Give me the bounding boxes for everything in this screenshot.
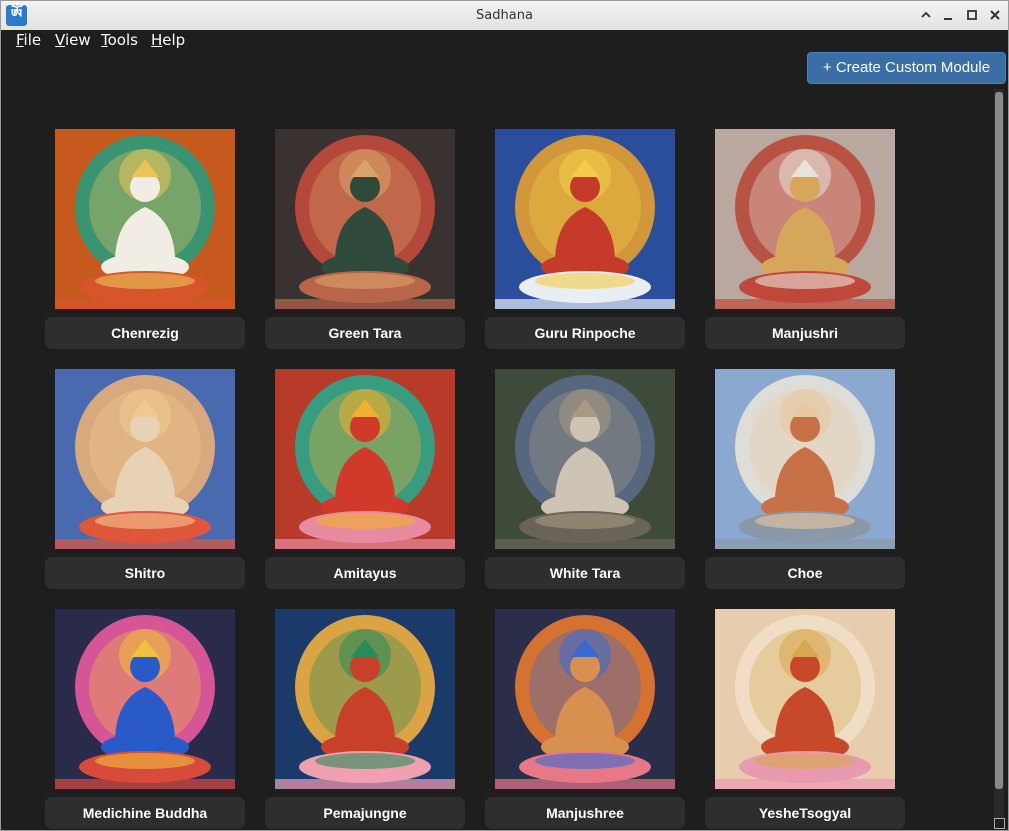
menu-view-rest: iew: [64, 31, 91, 49]
module-button-yeshetsogyal[interactable]: YesheTsogyal: [705, 797, 905, 829]
create-custom-module-button[interactable]: + Create Custom Module: [807, 52, 1006, 84]
module-image-pemajungne[interactable]: [275, 609, 455, 789]
deity-artwork: [55, 129, 235, 309]
module-button-white-tara[interactable]: White Tara: [485, 557, 685, 589]
module-image-manjushree[interactable]: [495, 609, 675, 789]
menu-bar: File View Tools Help: [1, 30, 1008, 52]
menu-help-mnemonic: H: [151, 31, 163, 49]
module-image-manjushri[interactable]: [715, 129, 895, 309]
menu-view-mnemonic: V: [55, 31, 65, 49]
maximize-icon[interactable]: [962, 5, 982, 25]
scrollbar-thumb[interactable]: [995, 92, 1003, 789]
module-image-shitro[interactable]: [55, 369, 235, 549]
deity-artwork: [495, 369, 675, 549]
module-button-green-tara[interactable]: Green Tara: [265, 317, 465, 349]
menu-tools[interactable]: Tools: [101, 30, 138, 52]
deity-artwork: [55, 609, 235, 789]
module-button-amitayus[interactable]: Amitayus: [265, 557, 465, 589]
module-image-guru-rinpoche[interactable]: [495, 129, 675, 309]
deity-artwork: [275, 129, 455, 309]
module-image-white-tara[interactable]: [495, 369, 675, 549]
menu-tools-mnemonic: T: [101, 31, 108, 49]
collapse-chevron-icon[interactable]: [916, 5, 936, 25]
module-button-choe[interactable]: Choe: [705, 557, 905, 589]
deity-artwork: [715, 129, 895, 309]
module-image-medichine-buddha[interactable]: [55, 609, 235, 789]
close-icon[interactable]: [985, 5, 1005, 25]
resize-corner[interactable]: [994, 818, 1005, 829]
module-image-green-tara[interactable]: [275, 129, 455, 309]
deity-artwork: [495, 609, 675, 789]
module-button-guru-rinpoche[interactable]: Guru Rinpoche: [485, 317, 685, 349]
deity-artwork: [275, 369, 455, 549]
module-button-shitro[interactable]: Shitro: [45, 557, 245, 589]
deity-artwork: [715, 369, 895, 549]
menu-help-rest: elp: [162, 31, 186, 49]
menu-file-rest: ile: [23, 31, 42, 49]
menu-tools-rest: ools: [107, 31, 138, 49]
menu-file-mnemonic: F: [16, 31, 24, 49]
deity-artwork: [715, 609, 895, 789]
module-image-chenrezig[interactable]: [55, 129, 235, 309]
module-button-chenrezig[interactable]: Chenrezig: [45, 317, 245, 349]
module-button-medichine-buddha[interactable]: Medichine Buddha: [45, 797, 245, 829]
module-image-choe[interactable]: [715, 369, 895, 549]
app-window: ༀ Sadhana File View Tools Help + Create …: [0, 0, 1009, 831]
menu-help[interactable]: Help: [151, 30, 185, 52]
menu-view[interactable]: View: [55, 30, 91, 52]
module-image-amitayus[interactable]: [275, 369, 455, 549]
deity-artwork: [55, 369, 235, 549]
title-bar[interactable]: ༀ Sadhana: [1, 1, 1008, 31]
module-button-pemajungne[interactable]: Pemajungne: [265, 797, 465, 829]
minimize-icon[interactable]: [938, 5, 958, 25]
module-button-manjushree[interactable]: Manjushree: [485, 797, 685, 829]
deity-artwork: [275, 609, 455, 789]
module-image-yeshetsogyal[interactable]: [715, 609, 895, 789]
module-button-manjushri[interactable]: Manjushri: [705, 317, 905, 349]
vertical-scrollbar[interactable]: [994, 89, 1004, 819]
deity-artwork: [495, 129, 675, 309]
menu-file[interactable]: File: [16, 30, 41, 52]
window-title: Sadhana: [476, 8, 533, 23]
